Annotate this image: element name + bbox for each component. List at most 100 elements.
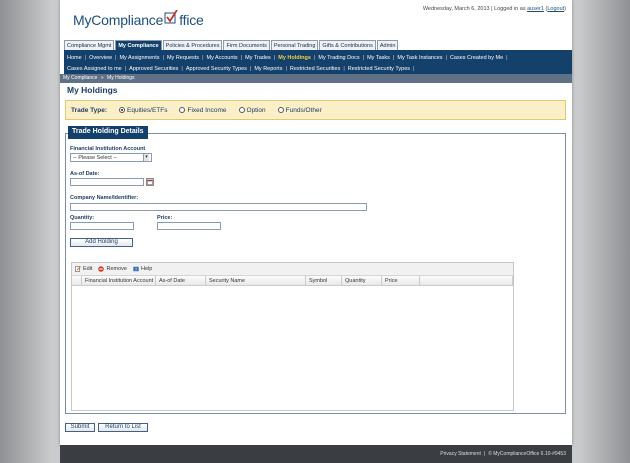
user-link[interactable]: auser1 [527, 6, 544, 12]
grid-column-header[interactable]: Financial Institution Account [82, 276, 156, 285]
nav-separator: | [343, 65, 345, 72]
nav-separator: | [392, 54, 395, 61]
grid-header: Financial Institution Account As-of Date S… [72, 276, 513, 286]
nav-separator: | [202, 54, 204, 61]
nav-separator: | [506, 54, 508, 61]
radio-funds-other[interactable]: Funds/Other [277, 107, 322, 114]
nav-separator: | [181, 65, 183, 72]
top-tab-admin[interactable]: Admin [376, 40, 399, 50]
copyright-text: © MyComplianceOffice 6.10-#9453 [488, 451, 566, 457]
radio-option[interactable]: Option [238, 106, 266, 114]
remove-icon [98, 266, 105, 272]
quantity-input[interactable] [70, 222, 134, 230]
top-tab-policies-procedures[interactable]: Policies & Procedures [162, 40, 223, 50]
add-holding-button[interactable]: Add Holding [70, 238, 133, 247]
nav-item-approved-securities[interactable]: Approved Securities [129, 66, 178, 72]
calendar-icon[interactable] [146, 178, 154, 186]
nav-item-my-requests[interactable]: My Requests [167, 55, 199, 61]
nav-item-my-trades[interactable]: My Trades [245, 55, 271, 61]
help-icon: ? [133, 266, 139, 272]
paren-close: ) [564, 6, 566, 12]
date-text: Wednesday, March 6, 2013 [422, 6, 490, 12]
nav-item-cases-assigned-to-me[interactable]: Cases Assigned to me [67, 66, 122, 72]
nav-separator: | [84, 54, 87, 61]
fi-account-select[interactable]: -- Please Select -- ▾ [70, 153, 152, 162]
top-tab-my-compliance[interactable]: My Compliance [115, 40, 162, 50]
nav-item-cases-created-by-me[interactable]: Cases Created by Me [450, 55, 503, 61]
logo-check-icon [164, 9, 178, 24]
price-label: Price: [157, 215, 173, 221]
help-button[interactable]: ? Help [133, 266, 152, 272]
logo-text-left: MyCompliance [73, 12, 164, 28]
radio-button-icon[interactable] [119, 107, 126, 113]
company-input[interactable] [70, 203, 367, 211]
trade-type-bar: Trade Type: Equities/ETFs Fixed Income Opt… [65, 100, 566, 120]
logo-text-right: ffice [179, 12, 204, 28]
top-tab-personal-trading[interactable]: Personal Trading [270, 40, 319, 50]
page-title: My Holdings [67, 85, 118, 95]
radio-button-icon[interactable] [238, 107, 245, 113]
nav-item-approved-security-types[interactable]: Approved Security Types [186, 66, 247, 72]
radio-fixed-income[interactable]: Fixed Income [179, 106, 227, 114]
privacy-link[interactable]: Privacy Statement [440, 451, 481, 457]
grid-column-header[interactable]: Security Name [206, 276, 306, 285]
chevron-down-icon: ▾ [143, 154, 149, 161]
return-to-list-button[interactable]: Return to List [98, 423, 148, 432]
nav-item-my-tasks[interactable]: My Tasks [367, 55, 390, 61]
grid-column-header[interactable]: Price [382, 276, 420, 285]
sub-navigation: Home | Overview | My Assignments | My Requests… [64, 50, 572, 74]
trade-type-label: Trade Type: [71, 106, 108, 114]
radio-button-icon[interactable] [179, 107, 186, 113]
holdings-grid: Edit Remove ? Help Financial Institution… [71, 262, 514, 411]
grid-column-header[interactable]: Quantity [342, 276, 382, 285]
remove-label: Remove [106, 266, 127, 272]
nav-row-1: Home | Overview | My Assignments | My Requests… [67, 52, 569, 63]
nav-item-restricted-security-types[interactable]: Restricted Security Types [348, 66, 410, 72]
nav-item-my-task-instances[interactable]: My Task Instances [397, 55, 442, 61]
asof-label: As-of Date: [70, 171, 100, 177]
user-line: Wednesday, March 6, 2013 | Logged in as … [423, 6, 566, 12]
radio-label: Option [246, 106, 266, 114]
asof-date-input[interactable] [70, 178, 144, 186]
radio-button-icon[interactable] [277, 107, 284, 113]
breadcrumb-current: My Holdings [107, 75, 135, 81]
nav-item-my-holdings[interactable]: My Holdings [278, 55, 311, 61]
submit-button[interactable]: Submit [65, 423, 95, 432]
nav-item-my-assignments[interactable]: My Assignments [119, 55, 159, 61]
grid-toolbar: Edit Remove ? Help [72, 263, 513, 276]
top-tab-firm-documents[interactable]: Firm Documents [223, 40, 270, 50]
footer: Privacy Statement | © MyComplianceOffice 6… [60, 445, 572, 463]
nav-item-home[interactable]: Home [67, 55, 82, 61]
grid-column-header[interactable]: Symbol [306, 276, 342, 285]
help-label: Help [140, 266, 153, 272]
page-container: MyCompliance ffice Wednesday, March 6, 2… [60, 0, 572, 445]
nav-separator: | [285, 65, 287, 72]
grid-column-header[interactable]: As-of Date [156, 276, 206, 285]
nav-item-overview[interactable]: Overview [89, 55, 112, 61]
top-tab-compliance-mgmt[interactable]: Compliance Mgmt [64, 40, 115, 50]
nav-separator: | [273, 54, 276, 61]
breadcrumb-sep: » [100, 75, 104, 81]
nav-item-my-trading-docs[interactable]: My Trading Docs [318, 55, 359, 61]
nav-item-my-accounts[interactable]: My Accounts [207, 55, 238, 61]
edit-button[interactable]: Edit [75, 266, 92, 272]
logout-link[interactable]: Logout [547, 6, 564, 12]
trade-holding-fieldset: Financial Institution Account -- Please … [65, 133, 566, 414]
grid-column-header [420, 276, 513, 285]
nav-separator: | [445, 54, 447, 61]
nav-row-2: Cases Assigned to me | Approved Securities… [67, 63, 569, 74]
fi-account-label: Financial Institution Account [70, 146, 146, 152]
price-input[interactable] [157, 222, 221, 230]
top-tabs: Compliance Mgmt My Compliance Policies & P… [64, 40, 399, 50]
nav-item-restricted-securities[interactable]: Restricted Securities [290, 66, 340, 72]
nav-item-my-reports[interactable]: My Reports [254, 66, 282, 72]
nav-separator: | [249, 65, 252, 72]
radio-equities-etfs[interactable]: Equities/ETFs [119, 107, 167, 114]
top-tab-gifts-contributions[interactable]: Gifts & Contributions [319, 40, 376, 50]
remove-button[interactable]: Remove [98, 266, 127, 272]
breadcrumb: My Compliance » My Holdings [60, 74, 572, 83]
radio-label: Fixed Income [187, 106, 227, 114]
breadcrumb-root[interactable]: My Compliance [63, 75, 97, 81]
edit-label: Edit [83, 266, 93, 272]
fieldset-legend: Trade Holding Details [68, 126, 148, 139]
